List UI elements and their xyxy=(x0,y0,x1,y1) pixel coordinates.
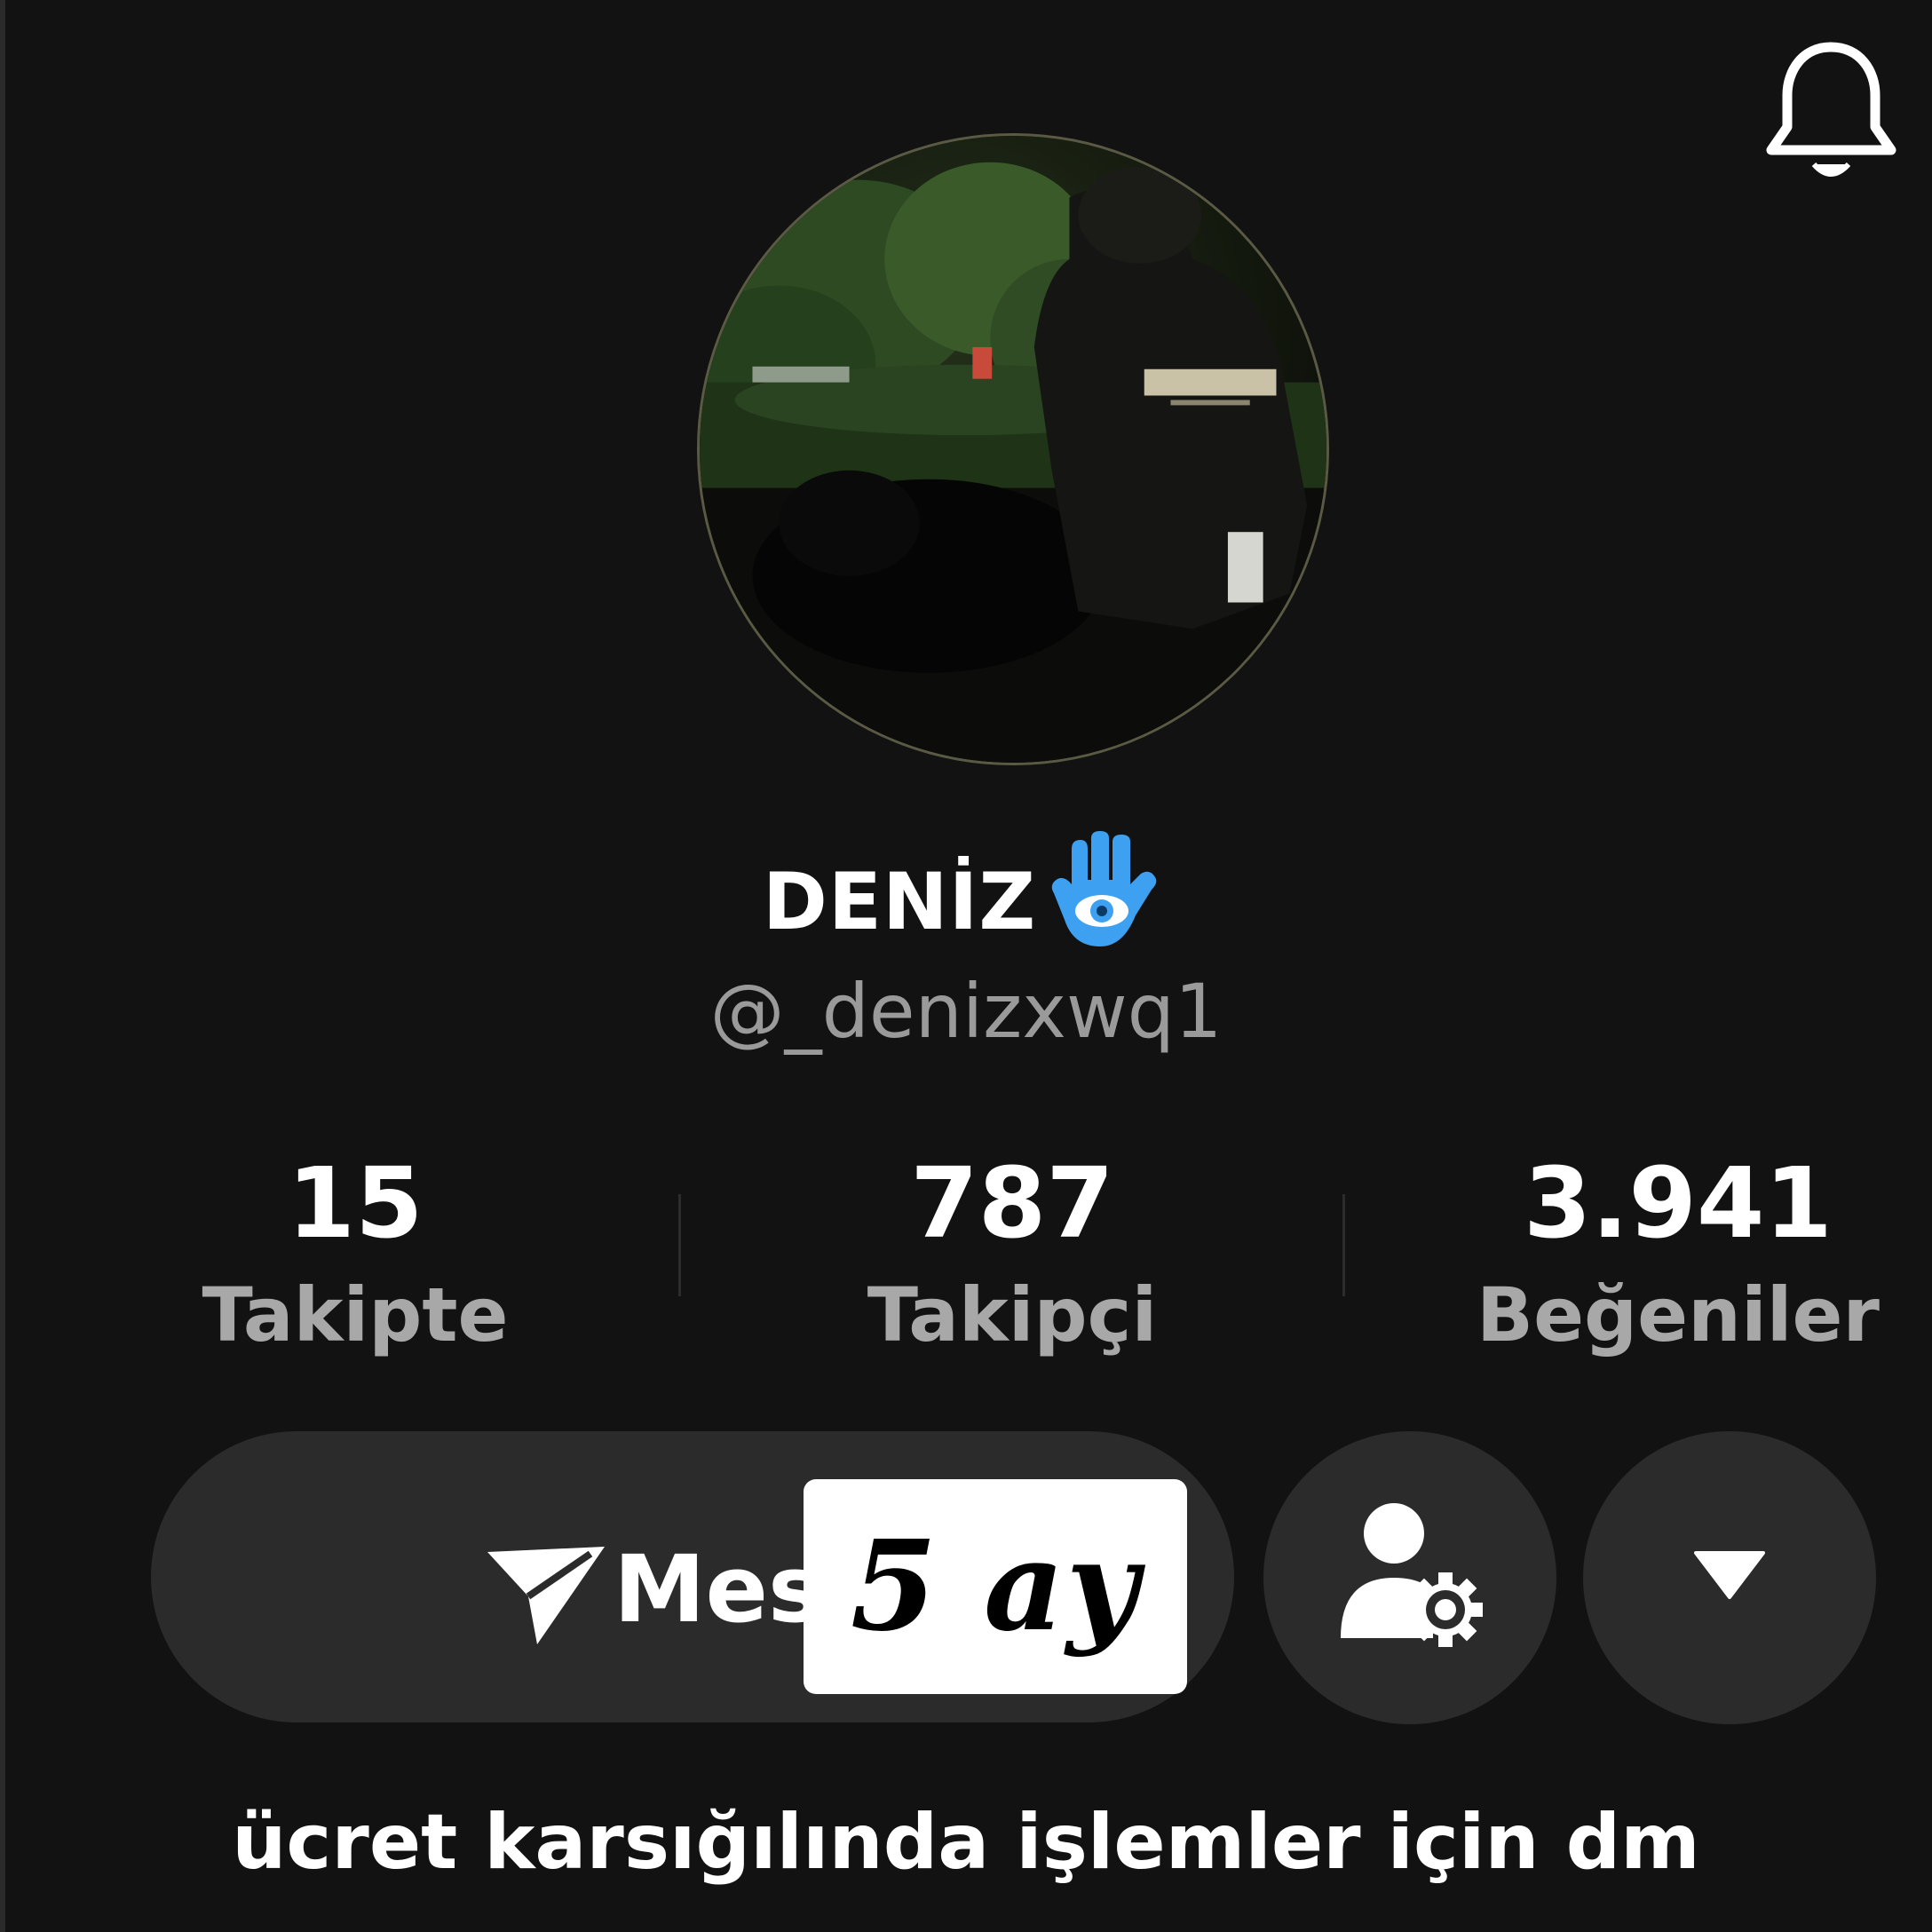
overlay-sticker: 5 ay xyxy=(804,1479,1187,1694)
profile-avatar[interactable] xyxy=(697,133,1329,765)
user-settings-icon xyxy=(1330,1496,1490,1659)
stat-label: Takipçi xyxy=(867,1271,1158,1358)
follow-settings-button[interactable] xyxy=(1263,1431,1556,1724)
display-name: DENİZ xyxy=(762,855,1037,947)
caret-down-icon xyxy=(1694,1549,1765,1606)
stat-divider xyxy=(678,1194,681,1296)
stat-divider xyxy=(1342,1194,1345,1296)
screen-edge xyxy=(0,0,5,1932)
message-button-content[interactable]: Mes xyxy=(484,1527,823,1651)
hamsa-icon xyxy=(1036,831,1169,964)
stat-value: 787 xyxy=(910,1146,1114,1260)
overlay-text: 5 ay xyxy=(850,1514,1141,1659)
message-label: Mes xyxy=(614,1535,823,1643)
stat-followers[interactable]: 787 Takipçi xyxy=(781,1145,1243,1364)
stat-likes[interactable]: 3.941 Beğeniler xyxy=(1447,1145,1909,1364)
username: @_denizxwq1 xyxy=(709,968,1223,1055)
stat-label: Takipte xyxy=(202,1271,509,1358)
more-button[interactable] xyxy=(1583,1431,1876,1724)
stat-label: Beğeniler xyxy=(1477,1271,1880,1358)
profile-bio: ücret karsığılında işlemler için dm xyxy=(232,1798,1700,1887)
stat-value: 15 xyxy=(287,1146,424,1260)
send-icon xyxy=(484,1527,608,1651)
stat-following[interactable]: 15 Takipte xyxy=(124,1145,586,1364)
name-row: DENİZ xyxy=(0,831,1932,950)
bell-icon[interactable] xyxy=(1762,40,1900,191)
stat-value: 3.941 xyxy=(1524,1146,1833,1260)
